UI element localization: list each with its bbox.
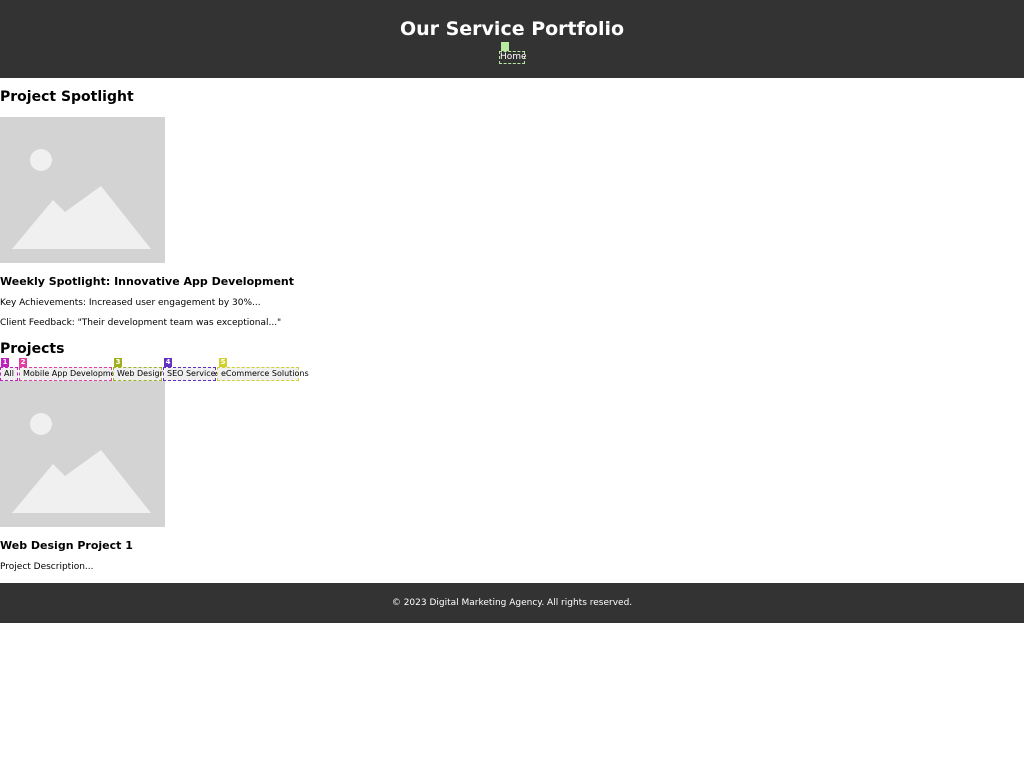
nav-home-link[interactable]: Home (499, 51, 527, 64)
filter-ecommerce-button[interactable]: eCommerce Solutions (217, 367, 309, 381)
filter-marker: 3 (114, 358, 122, 367)
filter-marker: 2 (19, 358, 27, 367)
filter-all-button[interactable]: All (0, 367, 18, 381)
site-footer: © 2023 Digital Marketing Agency. All rig… (0, 583, 1024, 623)
project-title: Web Design Project 1 (0, 539, 133, 552)
spotlight-feedback: Client Feedback: "Their development team… (0, 318, 282, 328)
filter-web-design-button[interactable]: Web Design (113, 367, 165, 381)
spotlight-card-title: Weekly Spotlight: Innovative App Develop… (0, 275, 295, 288)
filter-mobile-app-button[interactable]: Mobile App Development (19, 367, 124, 381)
filter-marker: 5 (219, 358, 227, 367)
site-header: Our Service Portfolio Home (0, 0, 1024, 78)
filter-marker: 1 (1, 358, 9, 367)
nav-marker (501, 42, 509, 51)
filter-seo-button[interactable]: SEO Services (163, 367, 220, 381)
image-placeholder-icon (12, 149, 151, 249)
project-image (0, 381, 165, 527)
project-description: Project Description... (0, 562, 94, 572)
projects-heading: Projects (0, 341, 65, 357)
image-placeholder-icon (12, 413, 151, 513)
spotlight-heading: Project Spotlight (0, 89, 134, 105)
copyright-text: © 2023 Digital Marketing Agency. All rig… (391, 598, 633, 608)
spotlight-image (0, 117, 165, 263)
spotlight-achievements: Key Achievements: Increased user engagem… (0, 298, 261, 308)
page-title: Our Service Portfolio (399, 18, 625, 40)
filter-marker: 4 (164, 358, 172, 367)
